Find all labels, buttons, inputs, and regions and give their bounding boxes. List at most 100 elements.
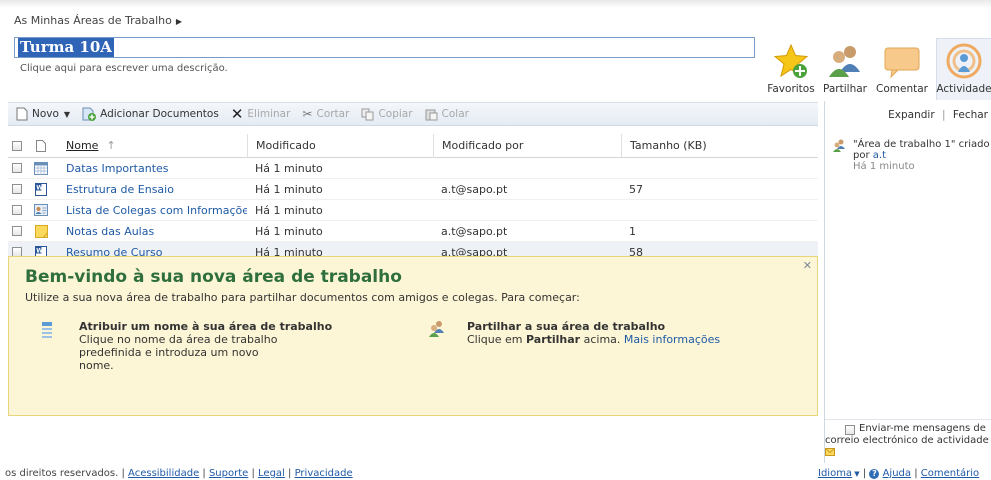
welcome-intro: Utilize a sua nova área de trabalho para…	[25, 291, 580, 304]
delete-label: Eliminar	[247, 108, 291, 120]
row-size: 1	[629, 224, 636, 238]
workspace-title-text[interactable]: Turma 10A	[18, 38, 114, 57]
share-step-post: acima.	[583, 333, 621, 346]
row-checkbox[interactable]	[12, 205, 22, 215]
breadcrumb-label[interactable]: As Minhas Áreas de Trabalho	[14, 14, 172, 27]
email-notify-line1: Enviar-me mensagens de	[859, 423, 986, 434]
chevron-down-icon: ▼	[63, 109, 71, 119]
support-link[interactable]: Suporte	[209, 468, 248, 479]
row-name-link[interactable]: Datas Importantes	[56, 162, 247, 175]
footer: os direitos reservados. | Acessibilidade…	[0, 468, 991, 480]
chevron-down-icon: ▼	[852, 470, 860, 478]
copy-label: Copiar	[378, 108, 413, 120]
email-notify-checkbox[interactable]	[845, 425, 855, 435]
people-icon	[829, 46, 860, 77]
share-label: Partilhar	[823, 83, 867, 95]
row-checkbox[interactable]	[12, 226, 22, 236]
cut-button[interactable]: ✂ Cortar	[302, 107, 349, 121]
row-size: 57	[629, 182, 643, 196]
row-modified-by: a.t@sapo.pt	[441, 224, 508, 238]
share-step-heading: Partilhar a sua área de trabalho	[467, 320, 666, 333]
workspace-description[interactable]: Clique aqui para escrever uma descrição.	[20, 63, 228, 74]
name-column-header[interactable]: Nome ↑	[56, 139, 247, 152]
rename-step-line3: nome.	[79, 359, 114, 372]
speech-bubble-icon	[884, 47, 920, 79]
name-header-label[interactable]: Nome	[66, 139, 98, 152]
email-notify: Enviar-me mensagens de correio electróni…	[825, 419, 991, 459]
checkbox-box[interactable]	[12, 140, 22, 151]
privacy-link[interactable]: Privacidade	[295, 468, 353, 479]
document-type-icon	[36, 139, 46, 152]
close-icon[interactable]: ✕	[803, 259, 812, 272]
row-modified: Há 1 minuto	[255, 203, 323, 217]
add-documents-label: Adicionar Documentos	[100, 108, 219, 120]
comment-label: Comentar	[876, 83, 928, 95]
accessibility-link[interactable]: Acessibilidade	[128, 468, 199, 479]
link-separator: |	[942, 109, 946, 121]
rename-step-heading: Atribuir um nome à sua área de trabalho	[79, 320, 333, 333]
table-row[interactable]: Notas das Aulas Há 1 minuto a.t@sapo.pt …	[8, 221, 818, 242]
activity-user-link[interactable]: a.t	[873, 150, 886, 161]
new-button[interactable]: Novo ▼	[16, 107, 70, 121]
language-link[interactable]: Idioma	[818, 468, 852, 479]
new-label: Novo	[32, 108, 59, 120]
row-modified: Há 1 minuto	[255, 224, 323, 238]
help-link[interactable]: Ajuda	[883, 468, 911, 479]
activity-item: "Área de trabalho 1" criado por a.t Há 1…	[833, 139, 990, 172]
delete-x-icon: ✕	[230, 105, 244, 123]
activity-text: "Área de trabalho 1" criado	[853, 139, 990, 150]
favorites-button[interactable]: Favoritos	[766, 42, 816, 95]
footer-rights: os direitos reservados.	[5, 468, 119, 479]
document-toolbar: Novo ▼ Adicionar Documentos ✕ Eliminar ✂…	[8, 102, 818, 126]
favorites-label: Favoritos	[767, 83, 815, 95]
share-step-bold: Partilhar	[526, 333, 581, 346]
copy-icon	[361, 108, 374, 120]
welcome-panel: ✕ Bem-vindo à sua nova área de trabalho …	[8, 256, 818, 416]
svg-text:W: W	[36, 184, 43, 191]
row-name-link[interactable]: Estrutura de Ensaio	[56, 183, 247, 196]
new-document-icon	[16, 107, 28, 121]
table-header: Nome ↑ Modificado Modificado por Tamanho …	[8, 133, 818, 158]
contacts-icon	[34, 204, 48, 216]
copy-button[interactable]: Copiar	[361, 108, 413, 121]
row-checkbox[interactable]	[12, 163, 22, 173]
delete-button[interactable]: ✕ Eliminar	[231, 105, 291, 123]
close-link[interactable]: Fechar	[953, 109, 988, 121]
breadcrumb[interactable]: As Minhas Áreas de Trabalho ▶	[14, 14, 182, 27]
row-name-link[interactable]: Lista de Colegas com Informações...	[56, 204, 247, 217]
welcome-title: Bem-vindo à sua nova área de trabalho	[25, 267, 402, 287]
table-row[interactable]: Datas Importantes Há 1 minuto	[8, 158, 818, 179]
activity-button[interactable]: Actividade	[934, 42, 991, 95]
comments-link[interactable]: Comentário	[921, 468, 979, 479]
row-name-link[interactable]: Notas das Aulas	[56, 225, 247, 238]
calendar-icon	[34, 161, 48, 175]
notes-icon	[34, 224, 48, 238]
modified-by-column-header[interactable]: Modificado por	[433, 133, 621, 158]
select-all-checkbox[interactable]	[8, 140, 26, 151]
workspace-title-input[interactable]: Turma 10A	[14, 37, 755, 58]
share-step: Partilhar a sua área de trabalho Clique …	[429, 320, 720, 346]
add-documents-button[interactable]: Adicionar Documentos	[82, 107, 219, 121]
more-info-link[interactable]: Mais informações	[624, 333, 720, 346]
table-row[interactable]: W Estrutura de Ensaio Há 1 minuto a.t@sa…	[8, 179, 818, 200]
size-column-header[interactable]: Tamanho (KB)	[621, 133, 811, 158]
envelope-icon	[825, 448, 835, 456]
help-icon: ?	[869, 469, 880, 479]
add-document-icon	[82, 107, 97, 121]
activity-by: por	[853, 150, 870, 161]
expand-link[interactable]: Expandir	[888, 109, 935, 121]
paste-button[interactable]: Colar	[425, 108, 469, 121]
paste-icon	[425, 109, 438, 120]
breadcrumb-arrow-icon: ▶	[175, 17, 183, 26]
row-checkbox[interactable]	[12, 184, 22, 194]
modified-column-header[interactable]: Modificado	[247, 133, 433, 158]
legal-link[interactable]: Legal	[258, 468, 285, 479]
word-doc-icon: W	[35, 182, 47, 196]
comment-button[interactable]: Comentar	[874, 42, 930, 95]
share-button[interactable]: Partilhar	[820, 42, 870, 95]
table-row[interactable]: Lista de Colegas com Informações... Há 1…	[8, 200, 818, 221]
email-notify-line2: correio electrónico de actividade	[825, 435, 989, 446]
sort-arrow-icon: ↑	[106, 139, 116, 152]
type-column-header[interactable]	[26, 139, 56, 152]
activity-label: Actividade	[936, 83, 991, 95]
